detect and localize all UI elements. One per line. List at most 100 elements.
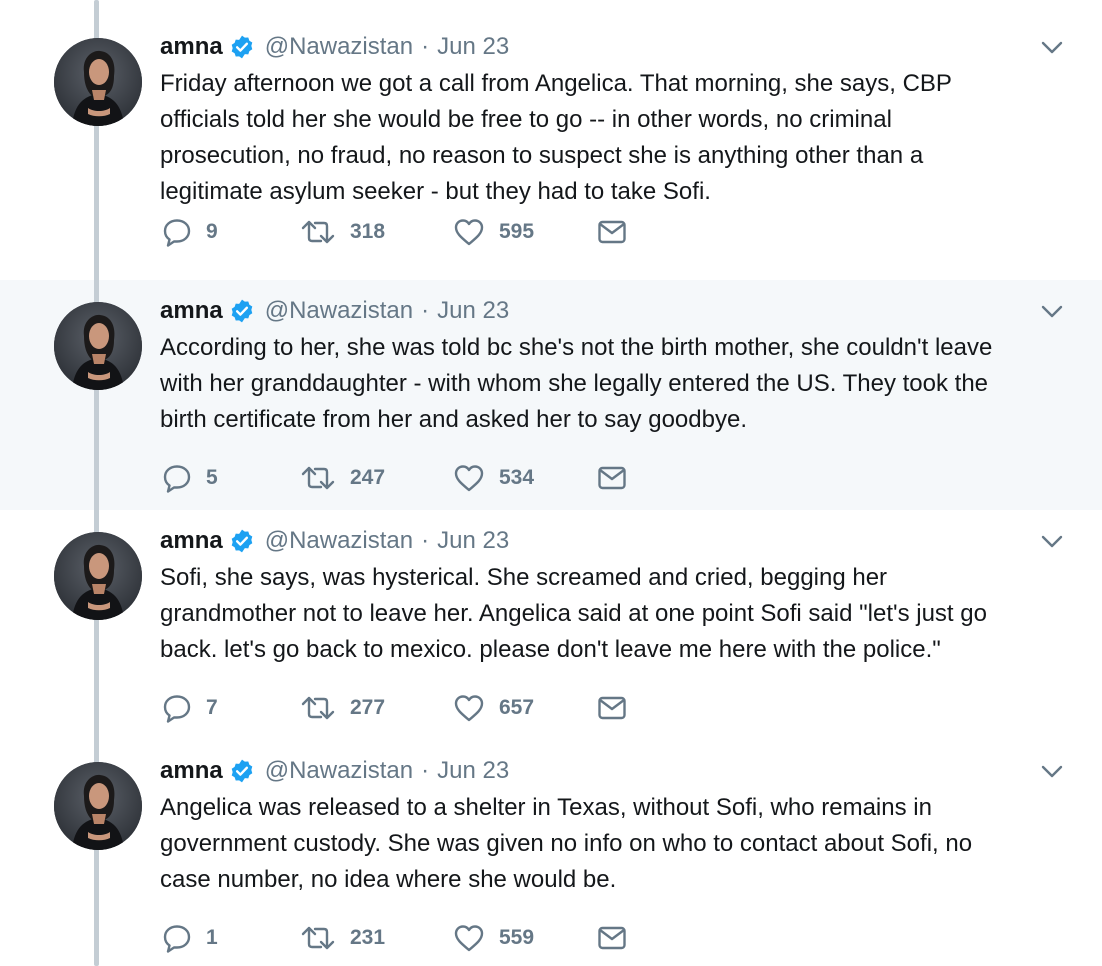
- retweet-count: 247: [350, 466, 386, 489]
- reply-count: 1: [206, 926, 218, 949]
- like-count: 559: [499, 926, 535, 949]
- tweet-text-line: legitimate asylum seeker - but they had …: [160, 178, 711, 205]
- retweet-icon: [300, 924, 336, 952]
- caret-down-icon[interactable]: [1040, 304, 1064, 320]
- reply-button[interactable]: 1: [162, 920, 218, 956]
- tweet-header: amna @Nawazistan · Jun 23: [160, 524, 509, 558]
- tweet-date[interactable]: Jun 23: [437, 757, 509, 785]
- retweet-icon: [300, 218, 336, 246]
- tweet-text-line: According to her, she was told bc she's …: [160, 334, 993, 361]
- tweet[interactable]: amna @Nawazistan · Jun 23 Friday afterno…: [0, 0, 1102, 280]
- tweet-text: According to her, she was told bc she's …: [160, 330, 1080, 438]
- tweet[interactable]: amna @Nawazistan · Jun 23 According to h…: [0, 280, 1102, 510]
- tweet-text: Sofi, she says, was hysterical. She scre…: [160, 560, 1080, 668]
- like-count: 657: [499, 696, 535, 719]
- author-handle[interactable]: @Nawazistan: [265, 527, 413, 555]
- tweet-actions: 9 318 595: [160, 214, 660, 250]
- author-name[interactable]: amna: [160, 297, 223, 325]
- like-button[interactable]: 595: [453, 214, 534, 250]
- direct-message-icon: [597, 465, 627, 491]
- tweet-date[interactable]: Jun 23: [437, 527, 509, 555]
- direct-message-button[interactable]: [597, 214, 627, 250]
- tweet-text-line: government custody. She was given no inf…: [160, 830, 973, 857]
- direct-message-button[interactable]: [597, 920, 627, 956]
- avatar[interactable]: [54, 532, 142, 620]
- direct-message-icon: [597, 925, 627, 951]
- tweet-actions: 7 277 657: [160, 690, 660, 726]
- tweet-text-line: case number, no idea where she would be.: [160, 866, 617, 893]
- tweet-text-line: officials told her she would be free to …: [160, 106, 892, 133]
- like-icon: [453, 923, 485, 953]
- verified-badge-icon: [231, 35, 252, 59]
- retweet-icon: [300, 694, 336, 722]
- reply-icon: [162, 217, 192, 247]
- tweet-text-line: prosecution, no fraud, no reason to susp…: [160, 142, 924, 169]
- tweet-date[interactable]: Jun 23: [437, 297, 509, 325]
- separator-dot: ·: [421, 527, 430, 554]
- avatar[interactable]: [54, 762, 142, 850]
- caret-down-icon[interactable]: [1040, 40, 1064, 56]
- retweet-button[interactable]: 318: [300, 214, 385, 250]
- reply-button[interactable]: 5: [162, 460, 218, 496]
- retweet-count: 277: [350, 696, 386, 719]
- caret-down-icon[interactable]: [1040, 534, 1064, 550]
- reply-button[interactable]: 9: [162, 214, 218, 250]
- reply-icon: [162, 923, 192, 953]
- author-name[interactable]: amna: [160, 33, 223, 61]
- retweet-button[interactable]: 277: [300, 690, 385, 726]
- retweet-count: 231: [350, 926, 386, 949]
- reply-count: 5: [206, 466, 218, 489]
- tweet-text-line: birth certificate from her and asked her…: [160, 406, 747, 433]
- direct-message-button[interactable]: [597, 460, 627, 496]
- tweet-actions: 5 247 534: [160, 460, 660, 496]
- tweet[interactable]: amna @Nawazistan · Jun 23 Angelica was r…: [0, 740, 1102, 966]
- separator-dot: ·: [421, 297, 430, 324]
- direct-message-icon: [597, 695, 627, 721]
- tweet-text-line: Angelica was released to a shelter in Te…: [160, 794, 932, 821]
- avatar[interactable]: [54, 38, 142, 126]
- author-handle[interactable]: @Nawazistan: [265, 757, 413, 785]
- retweet-button[interactable]: 247: [300, 460, 385, 496]
- tweet-actions: 1 231 559: [160, 920, 660, 956]
- like-button[interactable]: 657: [453, 690, 534, 726]
- tweet[interactable]: amna @Nawazistan · Jun 23 Sofi, she says…: [0, 510, 1102, 740]
- verified-badge-icon: [231, 759, 252, 783]
- reply-count: 7: [206, 696, 218, 719]
- author-name[interactable]: amna: [160, 757, 223, 785]
- tweet-text: Angelica was released to a shelter in Te…: [160, 790, 1080, 898]
- reply-count: 9: [206, 220, 218, 243]
- author-handle[interactable]: @Nawazistan: [265, 297, 413, 325]
- tweet-text: Friday afternoon we got a call from Ange…: [160, 66, 1080, 210]
- reply-icon: [162, 463, 192, 493]
- tweet-header: amna @Nawazistan · Jun 23: [160, 30, 509, 64]
- direct-message-button[interactable]: [597, 690, 627, 726]
- like-icon: [453, 693, 485, 723]
- like-button[interactable]: 559: [453, 920, 534, 956]
- reply-icon: [162, 693, 192, 723]
- reply-button[interactable]: 7: [162, 690, 218, 726]
- tweet-header: amna @Nawazistan · Jun 23: [160, 294, 509, 328]
- retweet-count: 318: [350, 220, 386, 243]
- tweet-text-line: with her granddaughter - with whom she l…: [160, 370, 989, 397]
- separator-dot: ·: [421, 757, 430, 784]
- author-handle[interactable]: @Nawazistan: [265, 33, 413, 61]
- direct-message-icon: [597, 219, 627, 245]
- like-button[interactable]: 534: [453, 460, 534, 496]
- separator-dot: ·: [421, 33, 430, 60]
- tweet-text-line: Friday afternoon we got a call from Ange…: [160, 70, 952, 97]
- author-name[interactable]: amna: [160, 527, 223, 555]
- tweet-text-line: grandmother not to leave her. Angelica s…: [160, 600, 987, 627]
- caret-down-icon[interactable]: [1040, 764, 1064, 780]
- like-count: 534: [499, 466, 535, 489]
- retweet-icon: [300, 464, 336, 492]
- verified-badge-icon: [231, 529, 252, 553]
- verified-badge-icon: [231, 299, 252, 323]
- like-icon: [453, 217, 485, 247]
- like-icon: [453, 463, 485, 493]
- tweet-text-line: back. let's go back to mexico. please do…: [160, 636, 941, 663]
- retweet-button[interactable]: 231: [300, 920, 385, 956]
- avatar[interactable]: [54, 302, 142, 390]
- like-count: 595: [499, 220, 535, 243]
- tweet-header: amna @Nawazistan · Jun 23: [160, 754, 509, 788]
- tweet-date[interactable]: Jun 23: [437, 33, 509, 61]
